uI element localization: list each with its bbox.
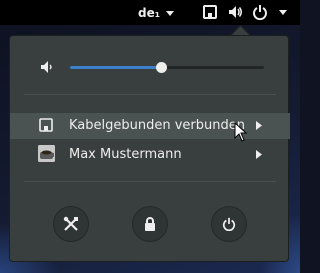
lock-button[interactable] <box>132 206 168 242</box>
volume-slider[interactable] <box>70 62 264 73</box>
keyboard-layout-indicator[interactable]: de₁ <box>138 5 174 21</box>
network-wired-icon <box>203 5 217 19</box>
power-icon <box>253 5 267 20</box>
user-item-label: Max Mustermann <box>69 147 182 162</box>
settings-button[interactable] <box>53 206 89 242</box>
separator <box>24 181 276 182</box>
volume-slider-handle[interactable] <box>156 62 168 73</box>
volume-row <box>10 56 290 80</box>
volume-low-icon <box>41 61 52 73</box>
chevron-down-icon <box>165 10 174 16</box>
lock-icon <box>145 217 155 231</box>
power-off-button[interactable] <box>211 206 247 242</box>
mouse-cursor-icon <box>234 122 248 142</box>
network-wired-icon <box>39 118 53 132</box>
avatar <box>38 145 55 162</box>
power-icon <box>222 217 236 231</box>
network-item[interactable]: Kabelgebunden verbunden <box>10 113 290 142</box>
chevron-down-icon <box>279 10 287 15</box>
volume-slider-fill <box>70 66 162 69</box>
system-status-area[interactable] <box>194 0 294 25</box>
chevron-right-icon <box>256 150 262 159</box>
separator <box>24 94 276 95</box>
network-item-label: Kabelgebunden verbunden <box>69 118 245 133</box>
top-bar: de₁ <box>0 0 300 25</box>
system-menu: Kabelgebunden verbunden Max Mustermann <box>9 35 290 262</box>
settings-icon <box>63 216 78 231</box>
user-item[interactable]: Max Mustermann <box>10 142 290 168</box>
chevron-right-icon <box>256 121 262 130</box>
volume-icon <box>229 6 242 18</box>
keyboard-layout-label: de₁ <box>138 6 160 20</box>
